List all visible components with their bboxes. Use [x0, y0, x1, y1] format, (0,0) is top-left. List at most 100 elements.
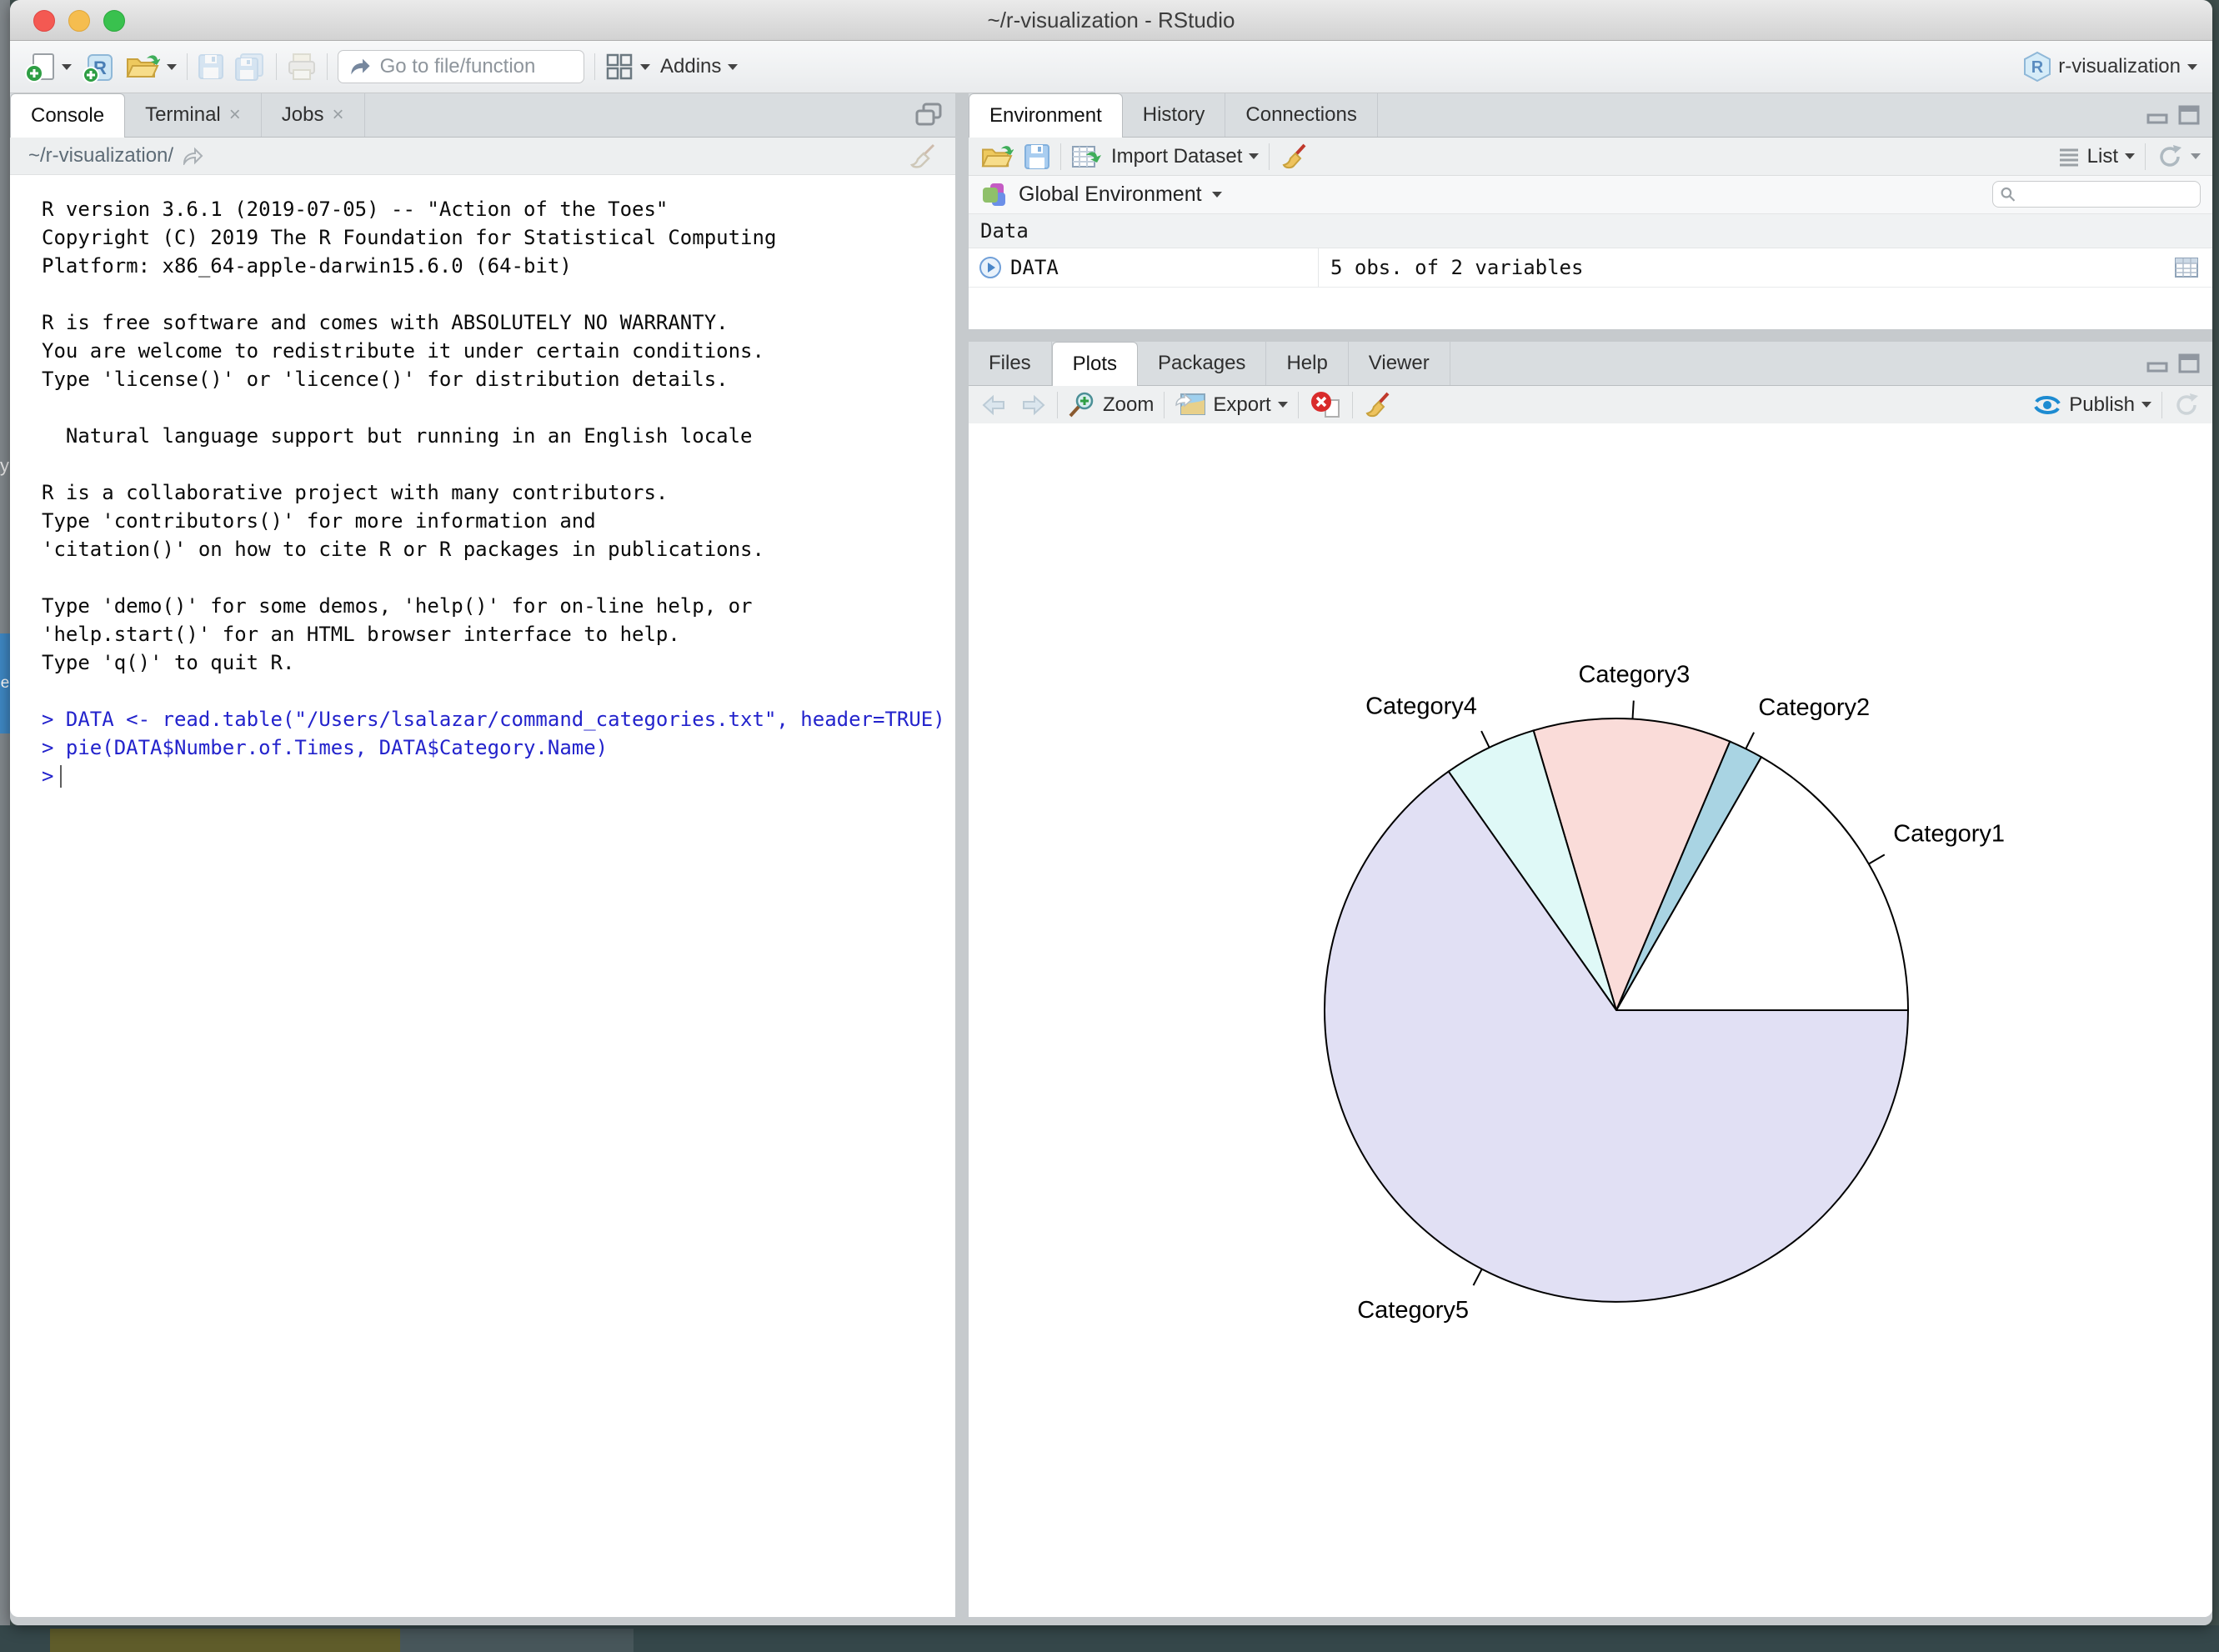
tab-terminal-label: Terminal	[145, 103, 221, 127]
console-prompt-line[interactable]: >	[42, 762, 955, 790]
tab-jobs-close-icon[interactable]: ×	[332, 105, 343, 125]
environment-object-row[interactable]: DATA 5 obs. of 2 variables	[969, 248, 2212, 288]
panes-grid-icon	[605, 53, 634, 81]
console-output-line: 'help.start()' for an HTML browser inter…	[42, 620, 955, 648]
export-plot-button[interactable]: Export	[1175, 392, 1287, 418]
screen: y e ~/r-visualization - RStudio	[0, 0, 2219, 1652]
console-output-line: 'citation()' on how to cite R or R packa…	[42, 535, 955, 563]
publish-icon	[2032, 393, 2062, 418]
open-in-files-arrow-icon[interactable]	[182, 147, 203, 165]
save-button[interactable]	[198, 53, 224, 80]
next-plot-arrow-icon[interactable]	[1019, 393, 1047, 417]
open-file-caret-icon	[167, 64, 177, 70]
new-project-button[interactable]: R	[82, 50, 115, 83]
goto-arrow-icon	[348, 56, 370, 78]
console-output-line	[42, 393, 955, 422]
environment-toolbar: Import Dataset List	[969, 138, 2212, 176]
desktop-left-sliver: y e	[0, 0, 10, 1652]
tab-help[interactable]: Help	[1266, 342, 1348, 385]
environment-search-input[interactable]	[2021, 183, 2193, 206]
export-caret-icon	[1278, 402, 1288, 408]
tab-files[interactable]: Files	[969, 342, 1052, 385]
expand-object-play-icon[interactable]	[979, 256, 1002, 279]
console-output[interactable]: R version 3.6.1 (2019-07-05) -- "Action …	[10, 175, 955, 790]
maximize-pane-icon[interactable]	[2177, 353, 2201, 374]
pie-label-tick	[1869, 854, 1885, 864]
tab-jobs[interactable]: Jobs ×	[262, 93, 365, 137]
addins-caret-icon	[728, 64, 738, 70]
console-output-line: Type 'q()' to quit R.	[42, 648, 955, 677]
console-output-line: Platform: x86_64-apple-darwin15.6.0 (64-…	[42, 252, 955, 280]
new-project-icon: R	[82, 50, 115, 83]
clear-console-broom-icon[interactable]	[909, 142, 937, 170]
export-image-icon	[1175, 392, 1206, 418]
open-file-button[interactable]	[125, 52, 177, 82]
toolbar-divider	[1298, 392, 1299, 418]
tab-terminal-close-icon[interactable]: ×	[229, 105, 241, 125]
console-path-row: ~/r-visualization/	[10, 138, 955, 175]
maximize-pane-icon[interactable]	[2177, 104, 2201, 126]
working-directory-label: ~/r-visualization/	[28, 144, 173, 168]
tab-connections[interactable]: Connections	[1225, 93, 1377, 137]
project-menu-button[interactable]: R r-visualization	[2023, 51, 2197, 83]
text-cursor	[60, 765, 62, 788]
plots-pane: Files Plots Packages Help Viewer	[969, 342, 2212, 1617]
environment-selector-label[interactable]: Global Environment	[1019, 183, 1202, 207]
goto-file-search[interactable]	[338, 50, 584, 83]
clear-all-plots-broom-icon[interactable]	[1363, 391, 1391, 419]
view-data-grid-icon[interactable]	[2174, 257, 2199, 278]
list-view-button[interactable]: List	[2057, 145, 2135, 168]
zoom-plot-button[interactable]: Zoom	[1068, 391, 1154, 419]
pie-label: Category5	[1357, 1297, 1469, 1324]
load-workspace-folder-icon[interactable]	[980, 143, 1014, 171]
console-output-line: Copyright (C) 2019 The R Foundation for …	[42, 223, 955, 252]
previous-plot-arrow-icon[interactable]	[980, 393, 1009, 417]
toolbar-divider	[276, 53, 277, 80]
environment-search-box[interactable]	[1992, 181, 2201, 208]
addins-button[interactable]: Addins	[660, 55, 738, 78]
tab-plots[interactable]: Plots	[1052, 342, 1138, 386]
workspace-panes-button[interactable]	[605, 53, 650, 81]
pie-label-tick	[1633, 701, 1634, 719]
publish-plot-button[interactable]: Publish	[2032, 393, 2151, 418]
tab-packages[interactable]: Packages	[1138, 342, 1266, 385]
toolbar-divider	[327, 53, 328, 80]
import-dataset-button[interactable]: Import Dataset	[1071, 143, 1259, 170]
console-output-line: Type 'demo()' for some demos, 'help()' f…	[42, 592, 955, 620]
restore-pane-icon[interactable]	[914, 101, 944, 129]
toolbar-divider	[594, 53, 595, 80]
tab-jobs-label: Jobs	[282, 103, 324, 127]
remove-plot-icon[interactable]	[1309, 390, 1342, 420]
tab-viewer-label: Viewer	[1369, 352, 1430, 375]
list-view-caret-icon	[2125, 153, 2135, 159]
save-workspace-icon[interactable]	[1024, 143, 1050, 170]
console-command-line: > DATA <- read.table("/Users/lsalazar/co…	[42, 705, 955, 733]
save-all-button[interactable]	[234, 53, 266, 81]
tab-environment[interactable]: Environment	[969, 93, 1123, 138]
environment-tabbar: Environment History Connections	[969, 93, 2212, 138]
save-all-icon	[234, 53, 266, 81]
new-file-button[interactable]	[25, 51, 72, 83]
console-output-line: Type 'contributors()' for more informati…	[42, 507, 955, 535]
global-environment-icon	[980, 181, 1009, 209]
tab-viewer[interactable]: Viewer	[1349, 342, 1450, 385]
tab-console[interactable]: Console	[10, 93, 125, 138]
goto-file-input[interactable]	[378, 54, 574, 79]
project-caret-icon	[2187, 64, 2197, 70]
tab-terminal[interactable]: Terminal ×	[125, 93, 262, 137]
title-bar[interactable]: ~/r-visualization - RStudio	[10, 0, 2212, 41]
minimize-pane-icon[interactable]	[2146, 353, 2169, 373]
toolbar-divider	[1164, 392, 1165, 418]
addins-label: Addins	[660, 55, 721, 78]
tab-history[interactable]: History	[1123, 93, 1226, 137]
refresh-plot-icon[interactable]	[2172, 391, 2201, 419]
console-output-line	[42, 280, 955, 308]
project-name-label: r-visualization	[2058, 55, 2181, 78]
desktop-icon-text-fragment: y	[0, 455, 9, 477]
search-icon	[2000, 185, 2016, 203]
pie-label: Category3	[1578, 662, 1690, 688]
minimize-pane-icon[interactable]	[2146, 105, 2169, 125]
print-button[interactable]	[287, 53, 317, 81]
clear-environment-broom-icon[interactable]	[1280, 143, 1308, 171]
refresh-environment-button[interactable]	[2156, 143, 2201, 171]
